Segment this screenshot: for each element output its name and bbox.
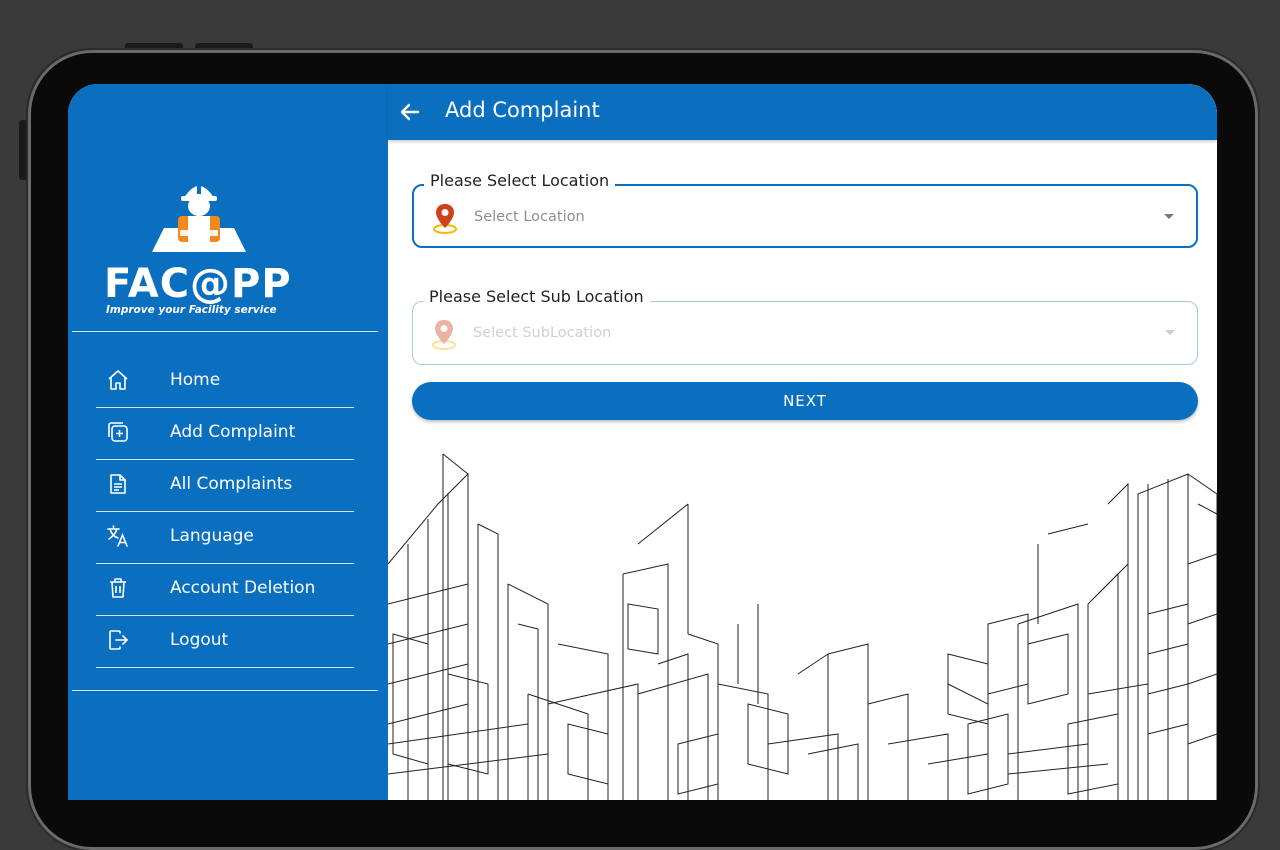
app-logo: FAC@PP Improve your Facility service	[104, 172, 294, 322]
sidebar-item-home[interactable]: Home	[96, 356, 354, 408]
logo-text: FAC@PP	[104, 261, 292, 307]
location-pin-icon	[432, 320, 456, 350]
sub-location-dropdown[interactable]: Please Select Sub Location Select SubLoc…	[412, 287, 1198, 365]
sidebar-item-all-complaints[interactable]: All Complaints	[96, 460, 354, 512]
page-title: Add Complaint	[445, 98, 600, 122]
trash-icon	[110, 578, 126, 598]
location-dropdown[interactable]: Please Select Location Select Location	[412, 171, 1198, 248]
sidebar-divider	[72, 690, 378, 691]
sidebar-item-label: Logout	[170, 630, 229, 650]
dropdown-caret-icon	[1164, 214, 1174, 219]
power-hardware-button	[19, 120, 27, 180]
sidebar-item-account-deletion[interactable]: Account Deletion	[96, 564, 354, 616]
sidebar-item-logout[interactable]: Logout	[96, 616, 354, 668]
sub-location-placeholder: Select SubLocation	[473, 325, 612, 341]
home-icon	[108, 370, 128, 390]
logo-tagline: Improve your Facility service	[106, 304, 277, 316]
document-icon	[110, 474, 126, 494]
logout-icon	[109, 630, 128, 650]
dropdown-caret-icon	[1165, 330, 1175, 335]
sidebar: FAC@PP Improve your Facility service Hom…	[68, 84, 388, 800]
worker-logo-icon	[152, 178, 246, 252]
sidebar-item-language[interactable]: Language	[96, 512, 354, 564]
app-bar: Add Complaint	[388, 84, 1217, 140]
sidebar-item-label: Add Complaint	[170, 422, 296, 442]
main-content: Add Complaint Please Select Location Sel…	[388, 84, 1217, 800]
location-label: Please Select Location	[424, 171, 616, 190]
sidebar-menu: Home Add Complaint All Complaints Langua…	[96, 356, 354, 668]
city-skyline-illustration	[388, 453, 1217, 800]
sidebar-item-label: All Complaints	[170, 474, 293, 494]
sidebar-item-label: Language	[170, 526, 254, 546]
app-screen: FAC@PP Improve your Facility service Hom…	[68, 84, 1217, 800]
sidebar-item-label: Home	[170, 370, 221, 390]
sidebar-item-label: Account Deletion	[170, 578, 316, 598]
sidebar-divider	[72, 331, 378, 332]
back-arrow-icon[interactable]	[398, 100, 422, 124]
next-button[interactable]: NEXT	[412, 382, 1198, 420]
sidebar-item-add-complaint[interactable]: Add Complaint	[96, 408, 354, 460]
sub-location-label: Please Select Sub Location	[423, 287, 650, 306]
add-square-icon	[108, 422, 128, 442]
translate-icon	[107, 525, 128, 547]
location-placeholder: Select Location	[474, 209, 585, 225]
location-pin-icon	[433, 204, 457, 234]
